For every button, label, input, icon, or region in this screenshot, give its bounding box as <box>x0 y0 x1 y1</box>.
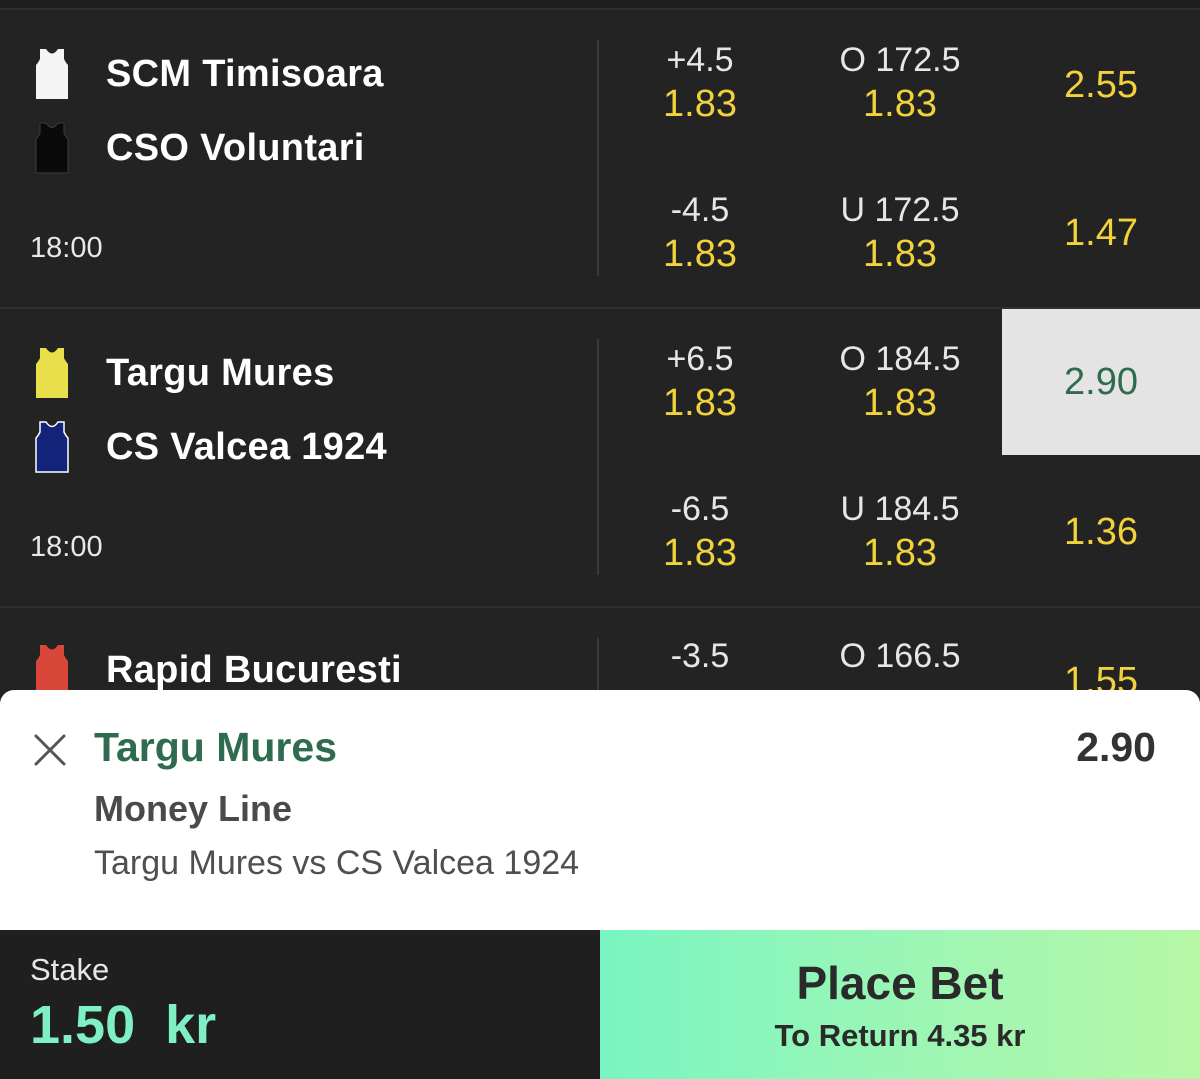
total-odds: 1.83 <box>863 532 937 574</box>
event-name: Targu Mures vs CS Valcea 1924 <box>94 844 580 882</box>
handicap-home-button[interactable]: +6.5 1.83 <box>600 339 800 427</box>
total-line: U 172.5 <box>840 191 960 229</box>
total-odds: 1.83 <box>863 233 937 275</box>
moneyline-away-button[interactable]: 1.36 <box>1002 507 1200 557</box>
moneyline-home-button-selected[interactable]: 2.90 <box>1002 309 1200 455</box>
total-odds: 1.83 <box>863 83 937 125</box>
moneyline-home-button[interactable]: 2.55 <box>1002 60 1200 110</box>
match-list: SCM Timisoara CSO Voluntari 18:00 +4.5 1… <box>0 0 1200 700</box>
moneyline-away-button[interactable]: 1.47 <box>1002 208 1200 258</box>
total-under-button[interactable]: U 184.5 1.83 <box>800 489 1000 577</box>
handicap-line: -3.5 <box>670 637 730 675</box>
column-divider <box>597 40 599 276</box>
handicap-home-button[interactable]: +4.5 1.83 <box>600 40 800 128</box>
selection-name: Targu Mures <box>94 724 337 770</box>
total-line: O 172.5 <box>839 41 961 79</box>
jersey-icon <box>36 645 68 695</box>
team-name: Rapid Bucuresti <box>106 648 402 691</box>
handicap-odds: 1.83 <box>663 233 737 275</box>
match-time: 18:00 <box>30 232 103 264</box>
jersey-icon <box>36 49 68 99</box>
total-over-button[interactable]: O 166.5 <box>800 636 1000 676</box>
jersey-icon <box>35 122 69 174</box>
home-team: Targu Mures <box>30 343 335 403</box>
match-row: Targu Mures CS Valcea 1924 18:00 +6.5 1.… <box>0 309 1200 607</box>
match-row: SCM Timisoara CSO Voluntari 18:00 +4.5 1… <box>0 10 1200 308</box>
handicap-away-button[interactable]: -6.5 1.83 <box>600 489 800 577</box>
stake-input[interactable]: Stake 1.50 kr <box>0 930 600 1079</box>
team-name: CS Valcea 1924 <box>106 425 387 468</box>
total-line: O 166.5 <box>839 637 961 675</box>
handicap-odds: 1.83 <box>663 83 737 125</box>
total-under-button[interactable]: U 172.5 1.83 <box>800 190 1000 278</box>
handicap-odds: 1.83 <box>663 532 737 574</box>
stake-amount: 1.50 kr <box>30 995 217 1055</box>
place-bet-button[interactable]: Place Bet To Return 4.35 kr <box>600 930 1200 1079</box>
handicap-away-button[interactable]: -4.5 1.83 <box>600 190 800 278</box>
close-icon[interactable] <box>30 730 70 770</box>
handicap-odds: 1.83 <box>663 382 737 424</box>
column-divider <box>597 339 599 575</box>
place-bet-label: Place Bet <box>796 957 1004 1009</box>
list-top-divider <box>0 0 1200 10</box>
selection-odds: 2.90 <box>1076 724 1156 770</box>
away-team: CS Valcea 1924 <box>30 417 387 477</box>
handicap-line: -4.5 <box>670 191 730 229</box>
home-team: SCM Timisoara <box>30 44 384 104</box>
handicap-line: +4.5 <box>666 41 734 79</box>
team-name: CSO Voluntari <box>106 126 365 169</box>
total-line: O 184.5 <box>839 340 961 378</box>
handicap-home-button[interactable]: -3.5 <box>600 636 800 676</box>
match-time: 18:00 <box>30 531 103 563</box>
bet-slip: Targu Mures 2.90 Money Line Targu Mures … <box>0 690 1200 930</box>
handicap-line: -6.5 <box>670 490 730 528</box>
team-name: SCM Timisoara <box>106 52 384 95</box>
match-row: Rapid Bucuresti -3.5 O 166.5 1.55 <box>0 608 1200 700</box>
team-name: Targu Mures <box>106 351 335 394</box>
total-over-button[interactable]: O 172.5 1.83 <box>800 40 1000 128</box>
jersey-icon <box>35 421 69 473</box>
market-name: Money Line <box>94 788 293 829</box>
total-odds: 1.83 <box>863 382 937 424</box>
away-team: CSO Voluntari <box>30 118 365 178</box>
total-over-button[interactable]: O 184.5 1.83 <box>800 339 1000 427</box>
stake-label: Stake <box>30 952 110 987</box>
to-return-text: To Return 4.35 kr <box>774 1018 1026 1053</box>
jersey-icon <box>36 348 68 398</box>
handicap-line: +6.5 <box>666 340 734 378</box>
total-line: U 184.5 <box>840 490 960 528</box>
